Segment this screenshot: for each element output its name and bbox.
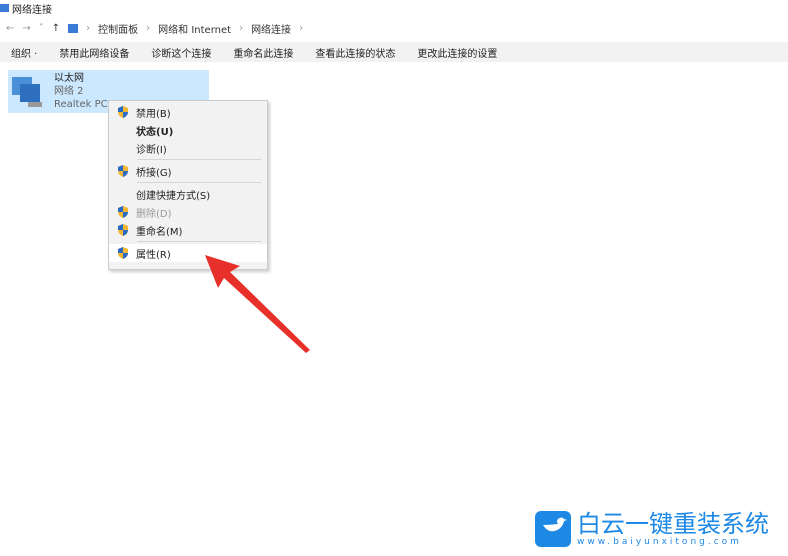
change-settings-button[interactable]: 更改此连接的设置 (406, 45, 508, 60)
up-icon[interactable]: ↑ (52, 23, 60, 34)
bird-logo-icon (535, 511, 571, 547)
menu-separator (137, 182, 261, 183)
window-title: 网络连接 (0, 0, 52, 16)
menu-item-label: 禁用(B) (136, 108, 171, 120)
rename-button[interactable]: 重命名此连接 (222, 45, 304, 60)
forward-icon[interactable]: → (22, 23, 30, 34)
watermark-logo: 白云一键重装系统 www.baiyunxitong.com (535, 511, 769, 547)
menu-icon-spacer (117, 124, 129, 136)
menu-item: 删除(D) (109, 203, 267, 221)
disable-device-button[interactable]: 禁用此网络设备 (48, 45, 140, 60)
menu-separator (137, 159, 261, 160)
uac-shield-icon (117, 224, 129, 236)
view-status-button[interactable]: 查看此连接的状态 (304, 45, 406, 60)
menu-item-label: 重命名(M) (136, 226, 183, 238)
menu-item-label: 诊断(I) (136, 144, 167, 156)
uac-shield-icon (117, 247, 129, 259)
window-title-text: 网络连接 (12, 4, 52, 16)
context-menu: 禁用(B) 状态(U) 诊断(I) 桥接(G) 创建快捷方式(S) 删除(D) 重命名(M)… (108, 100, 268, 270)
adapter-name: 以太网 (54, 73, 84, 84)
breadcrumb-control-panel[interactable]: 控制面板 (98, 21, 138, 36)
watermark-brand: 白云一键重装系统 (577, 510, 769, 538)
menu-item[interactable]: 禁用(B) (109, 103, 267, 121)
menu-item[interactable]: 诊断(I) (109, 139, 267, 157)
address-bar: ← → ˅ ↑ › 控制面板 › 网络和 Internet › 网络连接 › (6, 21, 304, 36)
organize-button[interactable]: 组织 · (0, 45, 48, 60)
uac-shield-icon (117, 106, 129, 118)
menu-icon-spacer (117, 188, 129, 200)
menu-item[interactable]: 桥接(G) (109, 162, 267, 180)
menu-item[interactable]: 创建快捷方式(S) (109, 185, 267, 203)
uac-shield-icon (117, 165, 129, 177)
menu-separator (137, 241, 261, 242)
red-arrow-annotation (205, 255, 310, 353)
menu-item[interactable]: 重命名(M) (109, 221, 267, 239)
breadcrumb-network-connections[interactable]: 网络连接 (251, 21, 291, 36)
uac-shield-icon (117, 206, 129, 218)
breadcrumb-network-internet[interactable]: 网络和 Internet (158, 21, 231, 36)
adapter-network: 网络 2 (54, 86, 84, 97)
recent-icon[interactable]: ˅ (39, 23, 44, 34)
menu-item-label: 删除(D) (136, 208, 172, 220)
menu-item[interactable]: 状态(U) (109, 121, 267, 139)
menu-item-label: 创建快捷方式(S) (136, 190, 211, 202)
menu-item-label: 桥接(G) (136, 167, 172, 179)
menu-item-label: 属性(R) (136, 249, 171, 261)
menu-icon-spacer (117, 142, 129, 154)
diagnose-button[interactable]: 诊断这个连接 (140, 45, 222, 60)
watermark-url: www.baiyunxitong.com (577, 537, 742, 547)
network-adapter-icon (12, 77, 42, 107)
control-panel-icon (68, 23, 79, 33)
network-icon (0, 4, 9, 12)
menu-item-label: 状态(U) (136, 126, 174, 138)
back-icon[interactable]: ← (6, 23, 14, 34)
toolbar: 组织 · 禁用此网络设备 诊断这个连接 重命名此连接 查看此连接的状态 更改此连… (0, 42, 788, 62)
